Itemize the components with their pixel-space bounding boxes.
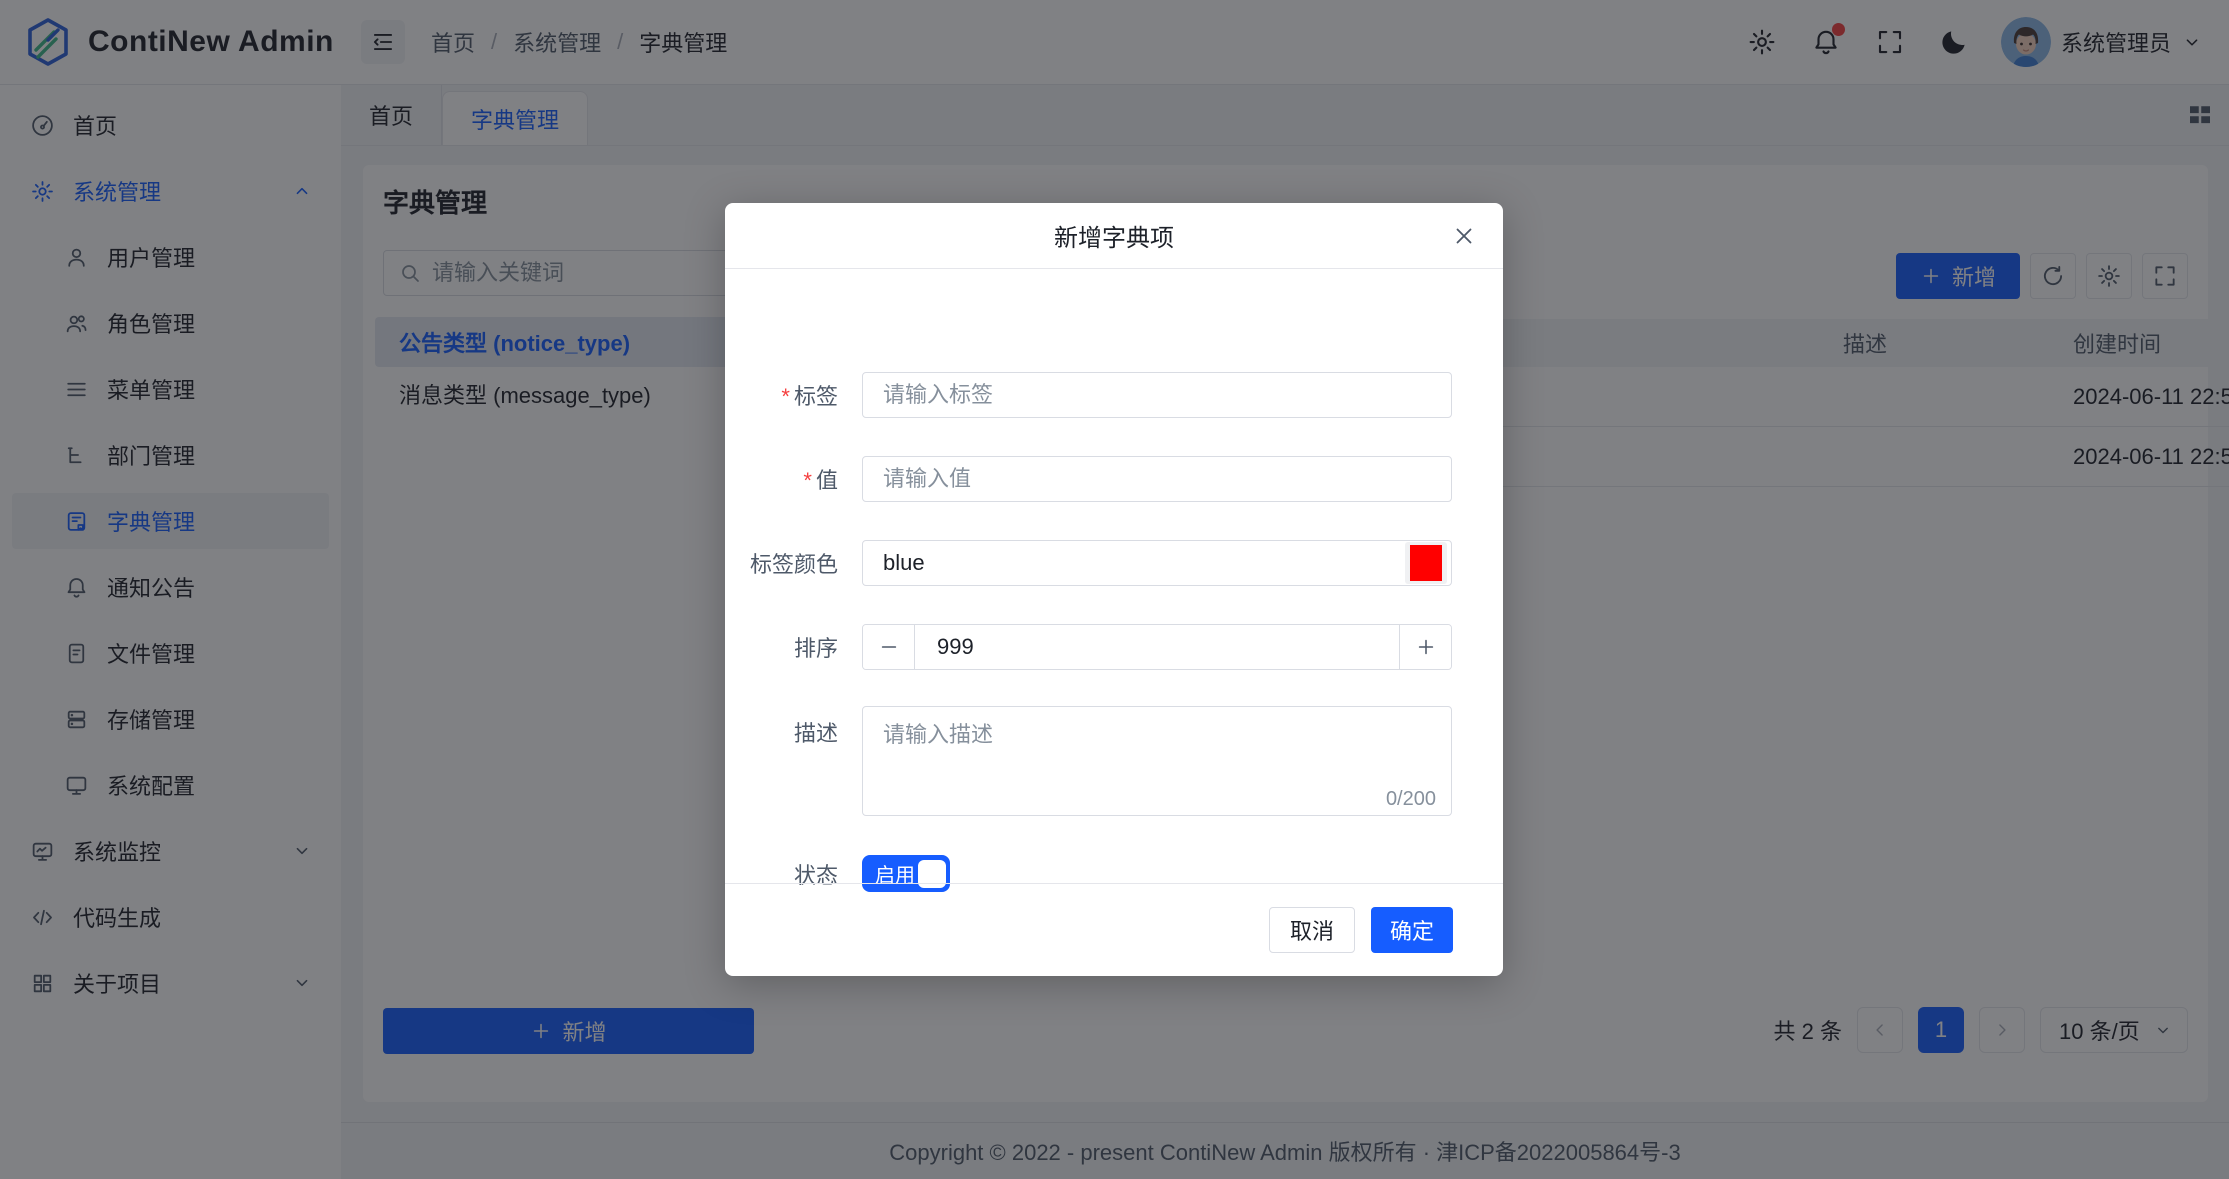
char-counter: 0/200 xyxy=(1386,788,1436,811)
color-picker-trigger[interactable] xyxy=(1405,542,1447,584)
field-label: 标签 xyxy=(725,379,838,411)
modal-header: 新增字典项 xyxy=(725,203,1503,269)
field-label: 排序 xyxy=(725,631,838,663)
form-row-color: 标签颜色 xyxy=(725,540,1503,586)
stepper-plus-button[interactable] xyxy=(1399,625,1451,669)
form-row-value: 值 xyxy=(725,456,1503,502)
modal-footer: 取消 确定 xyxy=(725,883,1503,976)
add-dict-item-modal: 新增字典项 标签 值 标签颜色 xyxy=(725,203,1503,976)
cancel-button[interactable]: 取消 xyxy=(1269,907,1355,953)
color-swatch xyxy=(1410,545,1442,581)
stepper-minus-button[interactable] xyxy=(863,625,915,669)
modal-title: 新增字典项 xyxy=(1054,218,1174,253)
desc-textarea[interactable] xyxy=(862,706,1452,816)
label-input[interactable] xyxy=(862,372,1452,418)
field-label: 标签颜色 xyxy=(725,547,838,579)
field-label: 描述 xyxy=(725,716,838,748)
confirm-button[interactable]: 确定 xyxy=(1371,907,1453,953)
sort-input[interactable] xyxy=(915,625,1399,669)
sort-stepper xyxy=(862,624,1452,670)
value-input[interactable] xyxy=(862,456,1452,502)
field-label: 值 xyxy=(725,463,838,495)
color-input[interactable] xyxy=(862,540,1452,586)
continew-admin-app: ContiNew Admin 首页 / 系统管理 / 字典管理 xyxy=(0,0,2229,1179)
form-row-label: 标签 xyxy=(725,372,1503,418)
form-row-sort: 排序 xyxy=(725,624,1503,670)
form-row-desc: 描述 0/200 xyxy=(725,706,1503,821)
close-icon[interactable] xyxy=(1451,223,1477,249)
